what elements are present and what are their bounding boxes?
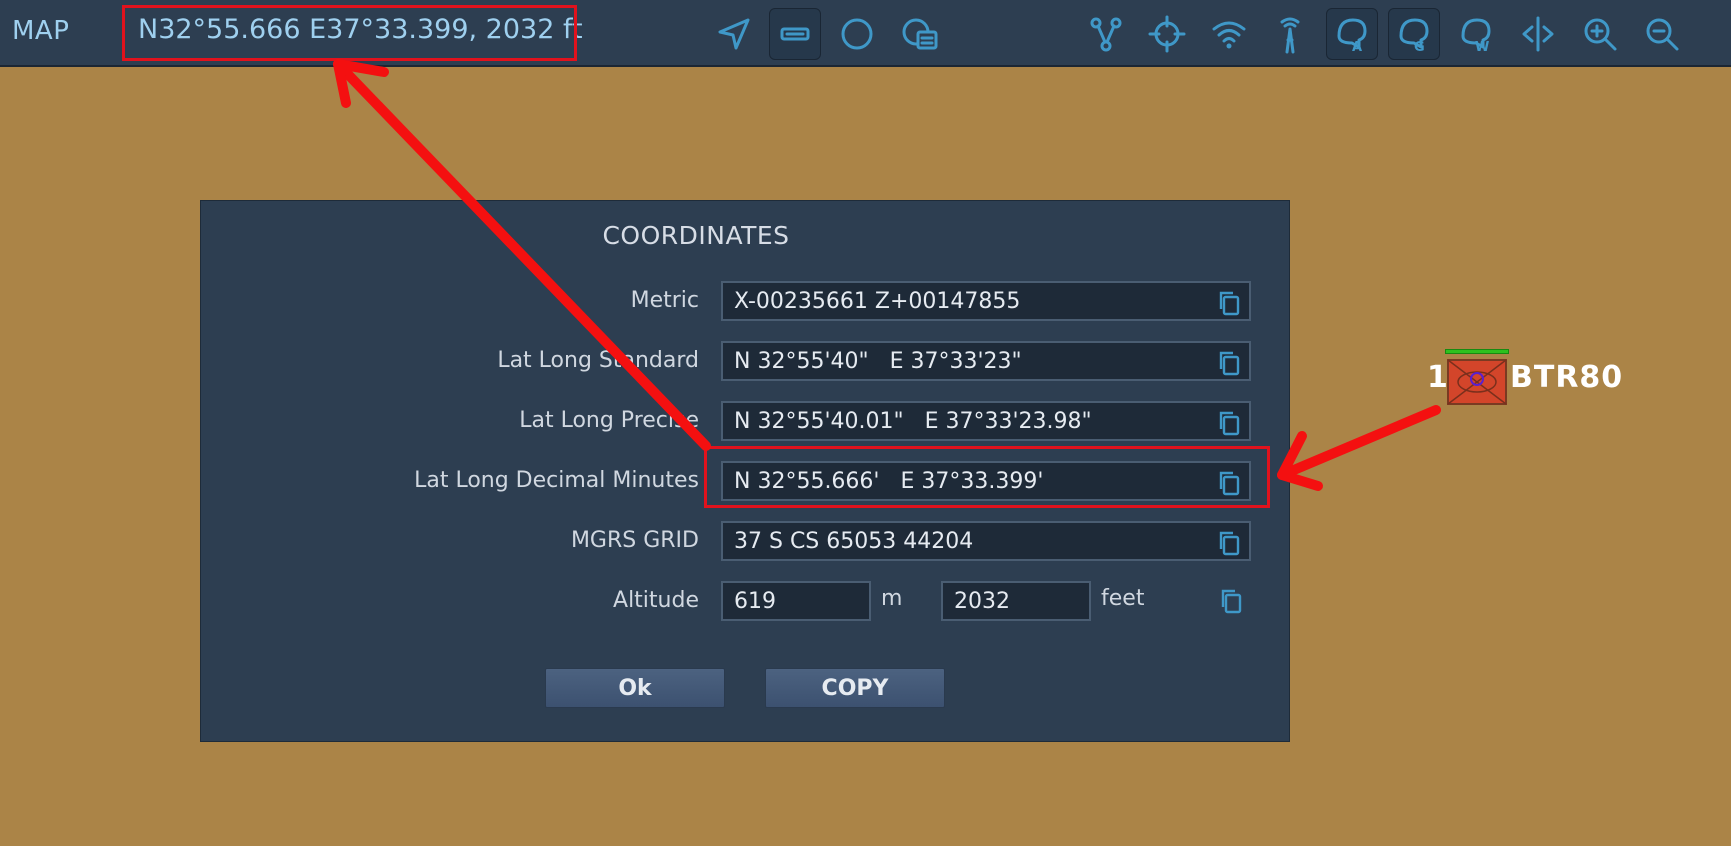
map-layers-icon[interactable] xyxy=(894,8,946,60)
circle-icon[interactable] xyxy=(831,8,883,60)
altitude-meters-input[interactable]: 619 xyxy=(721,581,871,621)
copy-icon[interactable] xyxy=(1217,290,1241,316)
ruler-icon[interactable] xyxy=(769,8,821,60)
zoom-in-icon[interactable] xyxy=(1574,8,1626,60)
copy-button[interactable]: COPY xyxy=(765,668,945,708)
navigate-arrow-icon[interactable] xyxy=(708,8,760,60)
voice-w-icon[interactable]: W xyxy=(1450,8,1502,60)
arrow-to-decimal-field xyxy=(1277,405,1441,480)
dialog-title: COORDINATES xyxy=(602,221,790,250)
altitude-feet-input[interactable]: 2032 xyxy=(941,581,1091,621)
altitude-meters-value: 619 xyxy=(734,589,776,614)
mgrs-grid-field[interactable]: 37 S CS 65053 44204 xyxy=(721,521,1251,561)
coordinate-readout-highlight xyxy=(122,5,577,61)
route-nodes-icon[interactable] xyxy=(1080,8,1132,60)
lat-long-decimal-minutes-label: Lat Long Decimal Minutes xyxy=(414,468,699,493)
lat-long-precise-field[interactable]: N 32°55'40.01" E 37°33'23.98" xyxy=(721,401,1251,441)
lat-long-standard-field[interactable]: N 32°55'40" E 37°33'23" xyxy=(721,341,1251,381)
svg-text:G: G xyxy=(1414,40,1425,54)
copy-icon[interactable] xyxy=(1219,588,1243,614)
feet-unit: feet xyxy=(1101,586,1145,611)
unit-count: 1 xyxy=(1427,360,1448,395)
meters-unit: m xyxy=(881,586,903,611)
metric-label: Metric xyxy=(630,288,699,313)
zoom-out-icon[interactable] xyxy=(1636,8,1688,60)
copy-icon[interactable] xyxy=(1217,350,1241,376)
decimal-minutes-highlight xyxy=(704,446,1270,508)
voice-a-icon[interactable]: A xyxy=(1326,8,1378,60)
svg-text:W: W xyxy=(1475,40,1489,54)
copy-icon[interactable] xyxy=(1217,410,1241,436)
voice-g-icon[interactable]: G xyxy=(1388,8,1440,60)
metric-value: X-00235661 Z+00147855 xyxy=(734,289,1021,314)
lat-long-standard-label: Lat Long Standard xyxy=(497,348,699,373)
unit-health-bar xyxy=(1445,349,1509,354)
metric-field[interactable]: X-00235661 Z+00147855 xyxy=(721,281,1251,321)
mgrs-grid-label: MGRS GRID xyxy=(570,528,699,553)
lat-long-standard-value: N 32°55'40" E 37°33'23" xyxy=(734,349,1022,374)
copy-icon[interactable] xyxy=(1217,530,1241,556)
altitude-label: Altitude xyxy=(613,588,699,613)
wifi-icon[interactable] xyxy=(1203,8,1255,60)
map-label: MAP xyxy=(12,16,70,46)
armored-vehicle-icon xyxy=(1447,359,1507,405)
altitude-feet-value: 2032 xyxy=(954,589,1010,614)
radio-tower-icon[interactable] xyxy=(1264,8,1316,60)
lat-long-precise-value: N 32°55'40.01" E 37°33'23.98" xyxy=(734,409,1092,434)
lat-long-precise-label: Lat Long Precise xyxy=(519,408,699,433)
split-view-icon[interactable] xyxy=(1512,8,1564,60)
ok-button[interactable]: Ok xyxy=(545,668,725,708)
crosshair-icon[interactable] xyxy=(1141,8,1193,60)
mgrs-grid-value: 37 S CS 65053 44204 xyxy=(734,529,974,554)
svg-text:A: A xyxy=(1352,40,1362,54)
unit-name: BTR80 xyxy=(1510,360,1624,395)
